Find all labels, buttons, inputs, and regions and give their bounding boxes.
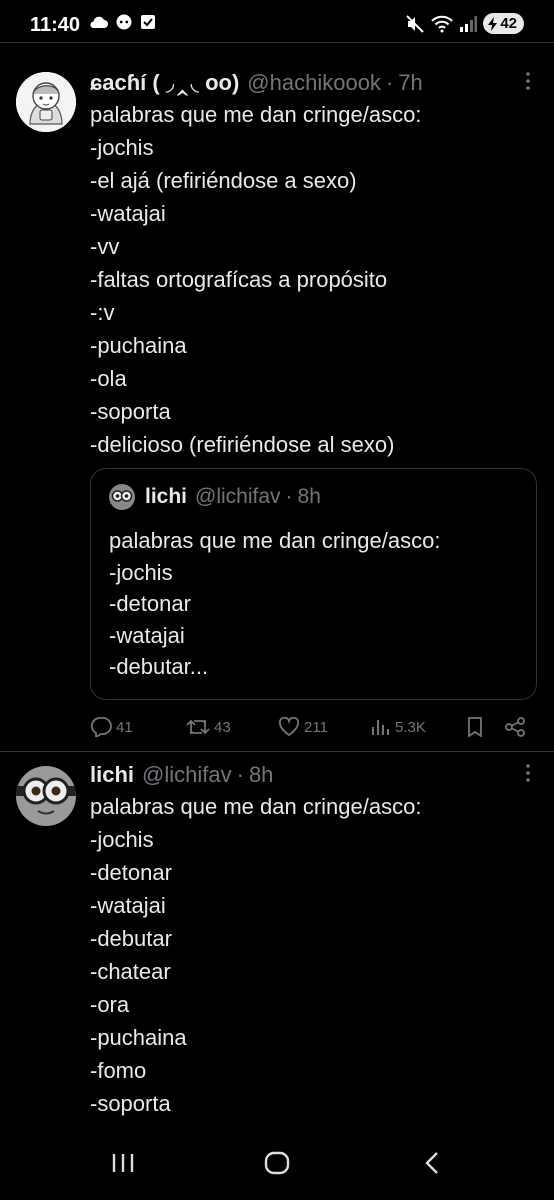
checkbox-icon bbox=[141, 15, 155, 29]
handle[interactable]: @hachikoook bbox=[247, 70, 381, 96]
recents-icon[interactable] bbox=[110, 1150, 136, 1176]
quote-handle[interactable]: @lichifav bbox=[195, 485, 281, 509]
quote-text: palabras que me dan cringe/asco: -jochis… bbox=[109, 525, 440, 683]
tweet-line: -el ajá (refiriéndose a sexo) bbox=[90, 168, 357, 193]
tweet-line: -delicioso (refiriéndose al sexo) bbox=[90, 432, 395, 457]
back-icon[interactable] bbox=[420, 1150, 446, 1176]
status-time: 11:40 bbox=[30, 14, 81, 36]
timestamp[interactable]: 7h bbox=[398, 70, 422, 96]
home-icon[interactable] bbox=[264, 1150, 290, 1176]
quote-line: -debutar... bbox=[109, 654, 209, 679]
mute-icon bbox=[406, 14, 425, 33]
more-options-icon[interactable] bbox=[518, 70, 538, 92]
reply-count: 41 bbox=[116, 718, 133, 736]
tweet-line: -ola bbox=[90, 366, 127, 391]
retweet-count: 43 bbox=[214, 718, 231, 736]
tweet-line: -ora bbox=[90, 992, 130, 1017]
quoted-tweet[interactable]: lichi @lichifav · 8h palabras que me dan… bbox=[90, 468, 537, 700]
tweet-header: lichi @lichifav · 8h bbox=[90, 760, 538, 790]
quote-line: palabras que me dan cringe/asco: bbox=[109, 528, 441, 553]
tweet-line: -soporta bbox=[90, 1091, 171, 1116]
top-divider bbox=[0, 42, 554, 43]
handle[interactable]: @lichifav bbox=[142, 762, 232, 788]
more-options-icon[interactable] bbox=[518, 762, 538, 784]
cloud-icon bbox=[90, 16, 108, 28]
quote-line: -watajai bbox=[109, 622, 185, 648]
discord-icon bbox=[116, 14, 132, 30]
separator: · bbox=[385, 70, 394, 95]
quote-avatar bbox=[109, 484, 135, 510]
retweet-icon bbox=[186, 719, 210, 735]
quote-header: lichi @lichifav · 8h bbox=[109, 484, 321, 510]
signal-icon bbox=[460, 15, 478, 32]
reply-icon bbox=[90, 717, 112, 737]
system-nav-bar bbox=[0, 1128, 554, 1200]
like-button[interactable]: 211 bbox=[278, 717, 328, 737]
like-count: 211 bbox=[304, 718, 328, 736]
reply-button[interactable]: 41 bbox=[90, 717, 133, 737]
quote-separator: · bbox=[285, 485, 293, 508]
quote-avatar-image bbox=[109, 484, 135, 510]
tweet-line: palabras que me dan cringe/asco: bbox=[90, 794, 422, 819]
tweet-divider bbox=[0, 751, 554, 752]
timestamp[interactable]: 8h bbox=[249, 762, 273, 788]
tweet-line: -jochis bbox=[90, 827, 154, 852]
tweet-text: palabras que me dan cringe/asco: -jochis… bbox=[90, 790, 538, 1120]
avatar[interactable] bbox=[16, 72, 76, 132]
tweet-line: -puchaina bbox=[90, 333, 187, 358]
tweet-line: -faltas ortografícas a propósito bbox=[90, 267, 388, 292]
wifi-icon bbox=[431, 15, 454, 32]
tweet-line: -chatear bbox=[90, 959, 171, 984]
avatar-image bbox=[16, 72, 76, 132]
quote-display-name[interactable]: lichi bbox=[145, 485, 187, 509]
avatar-image bbox=[16, 766, 76, 826]
tweet-line: -watajai bbox=[90, 201, 166, 226]
quote-line: -jochis bbox=[109, 559, 173, 585]
tweet-text: palabras que me dan cringe/asco: -jochis… bbox=[90, 98, 538, 461]
views-button[interactable]: 5.3K bbox=[371, 718, 426, 736]
tweet-line: -puchaina bbox=[90, 1025, 187, 1050]
tweet-line: -soporta bbox=[90, 399, 171, 424]
avatar[interactable] bbox=[16, 766, 76, 826]
tweet-line: -detonar bbox=[90, 860, 172, 885]
tweet-line: -:v bbox=[90, 300, 115, 325]
quote-timestamp: 8h bbox=[297, 485, 321, 508]
battery-icon: 42 bbox=[483, 13, 524, 34]
retweet-button[interactable]: 43 bbox=[186, 718, 231, 736]
status-bar: 11:40 42 bbox=[0, 0, 554, 46]
separator: · bbox=[236, 762, 244, 787]
tweet-line: -watajai bbox=[90, 893, 166, 918]
views-count: 5.3K bbox=[395, 718, 426, 736]
tweet-actions: 41 43 211 5.3K bbox=[90, 712, 538, 742]
tweet-line: palabras que me dan cringe/asco: bbox=[90, 102, 422, 127]
views-icon bbox=[372, 720, 389, 735]
tweet-line: -debutar bbox=[90, 926, 172, 951]
bookmark-icon[interactable] bbox=[466, 717, 484, 737]
heart-icon bbox=[278, 717, 300, 737]
quote-line: -detonar bbox=[109, 591, 191, 616]
tweet-line: -fomo bbox=[90, 1058, 147, 1083]
display-name[interactable]: lichi bbox=[90, 762, 134, 788]
tweet-header: ɕacɦí ( ◞‸◟ oo) @hachikoook · 7h bbox=[90, 68, 538, 98]
share-icon[interactable] bbox=[504, 717, 526, 737]
battery-level: 42 bbox=[500, 15, 517, 32]
display-name[interactable]: ɕacɦí ( ◞‸◟ oo) bbox=[90, 70, 239, 96]
tweet-line: -vv bbox=[90, 234, 120, 259]
tweet-line: -jochis bbox=[90, 135, 154, 160]
